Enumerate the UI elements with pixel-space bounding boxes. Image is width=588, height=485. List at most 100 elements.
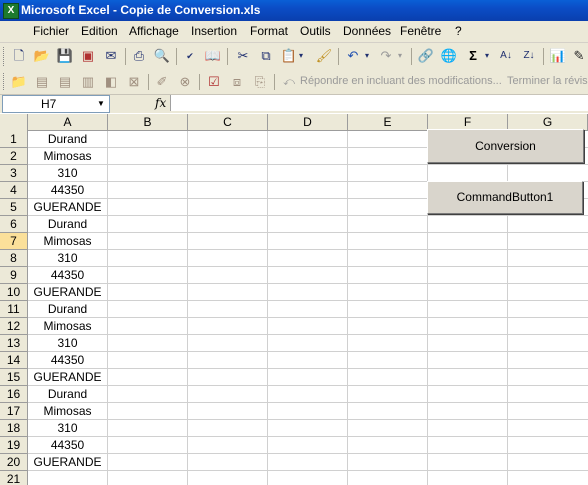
folder-icon[interactable]: 📁 xyxy=(10,73,28,91)
cell-a13[interactable]: 310 xyxy=(28,335,107,352)
row-header-13[interactable]: 13 xyxy=(0,335,28,352)
conversion-button[interactable]: Conversion xyxy=(427,129,584,163)
open-icon[interactable]: 📂 xyxy=(33,47,51,65)
cell-a16[interactable]: Durand xyxy=(28,386,107,403)
cell-a5[interactable]: GUERANDE xyxy=(28,199,107,216)
menu-format[interactable]: Format xyxy=(250,24,288,38)
research-icon[interactable]: 📖 xyxy=(204,47,222,65)
undo-icon[interactable]: ↶ xyxy=(344,47,362,65)
cell-a21[interactable] xyxy=(28,471,107,485)
column-header-c[interactable]: C xyxy=(188,114,268,131)
column-header-a[interactable]: A xyxy=(28,114,108,131)
end-review-button[interactable]: Terminer la révisi xyxy=(507,75,588,87)
row-header-3[interactable]: 3 xyxy=(0,165,28,182)
cell-a14[interactable]: 44350 xyxy=(28,352,107,369)
row-header-15[interactable]: 15 xyxy=(0,369,28,386)
format-painter-icon[interactable]: 🖌 xyxy=(315,47,333,65)
show-comment-icon[interactable]: ◧ xyxy=(102,73,120,91)
column-header-b[interactable]: B xyxy=(108,114,188,131)
formula-input[interactable] xyxy=(170,95,588,111)
copy-icon[interactable]: ⧉ xyxy=(257,47,275,65)
row-header-17[interactable]: 17 xyxy=(0,403,28,420)
save-icon[interactable]: 💾 xyxy=(56,47,74,65)
cell-a18[interactable]: 310 xyxy=(28,420,107,437)
print-preview-icon[interactable]: 🔍 xyxy=(153,47,171,65)
row-header-12[interactable]: 12 xyxy=(0,318,28,335)
toolbar-grip[interactable] xyxy=(3,47,7,66)
cell-a10[interactable]: GUERANDE xyxy=(28,284,107,301)
menu-outils[interactable]: Outils xyxy=(300,24,331,38)
command-button1[interactable]: CommandButton1 xyxy=(427,181,583,214)
previous-comment-icon[interactable]: ▤ xyxy=(56,73,74,91)
sort-descending-icon[interactable]: Z↓ xyxy=(520,47,538,65)
menu-edition[interactable]: Edition xyxy=(81,24,118,38)
fx-icon[interactable]: fx xyxy=(155,96,166,110)
menu-affichage[interactable]: Affichage xyxy=(129,24,179,38)
row-header-8[interactable]: 8 xyxy=(0,250,28,267)
menu-donnees[interactable]: Données xyxy=(343,24,391,38)
row-header-9[interactable]: 9 xyxy=(0,267,28,284)
cell-a20[interactable]: GUERANDE xyxy=(28,454,107,471)
row-header-7[interactable]: 7 xyxy=(0,233,28,250)
select-all-corner[interactable] xyxy=(0,114,28,132)
toolbar-grip[interactable] xyxy=(3,73,7,90)
ink-icon[interactable]: ✐ xyxy=(153,73,171,91)
row-header-2[interactable]: 2 xyxy=(0,148,28,165)
permission-icon[interactable]: ▣ xyxy=(79,47,97,65)
track-changes-icon[interactable]: ☑ xyxy=(205,73,223,91)
sort-ascending-icon[interactable]: A↓ xyxy=(497,47,515,65)
chevron-down-icon[interactable]: ▾ xyxy=(482,47,492,65)
cell-a15[interactable]: GUERANDE xyxy=(28,369,107,386)
row-header-21[interactable]: 21 xyxy=(0,471,28,485)
cell-a17[interactable]: Mimosas xyxy=(28,403,107,420)
cell-a6[interactable]: Durand xyxy=(28,216,107,233)
chart-wizard-icon[interactable]: 📊 xyxy=(549,47,567,65)
worksheet-grid[interactable]: A B C D E F G 1 Durand 2 Mimosas 3 310 4 44350 5… xyxy=(0,114,588,485)
protect-icon[interactable]: ⧈ xyxy=(228,73,246,91)
cut-icon[interactable]: ✂ xyxy=(234,47,252,65)
delete-comment-icon[interactable]: ⊠ xyxy=(125,73,143,91)
spelling-icon[interactable]: ✔ xyxy=(181,47,199,65)
row-header-4[interactable]: 4 xyxy=(0,182,28,199)
row-header-20[interactable]: 20 xyxy=(0,454,28,471)
share-icon[interactable]: ⎘ xyxy=(251,73,269,91)
chevron-down-icon[interactable]: ▼ xyxy=(95,97,107,111)
delete-ink-icon[interactable]: ⊗ xyxy=(176,73,194,91)
chevron-down-icon[interactable]: ▾ xyxy=(296,47,306,65)
cell-a12[interactable]: Mimosas xyxy=(28,318,107,335)
row-header-18[interactable]: 18 xyxy=(0,420,28,437)
cell-a7[interactable]: Mimosas xyxy=(28,233,107,250)
reply-icon[interactable]: ⤺ xyxy=(280,73,298,91)
cell-a19[interactable]: 44350 xyxy=(28,437,107,454)
column-header-d[interactable]: D xyxy=(268,114,348,131)
drawing-icon[interactable]: ✎ xyxy=(570,47,588,65)
menu-help[interactable]: ? xyxy=(455,24,462,38)
name-box[interactable]: H7 ▼ xyxy=(2,95,110,113)
web-icon[interactable]: 🌐 xyxy=(440,47,458,65)
print-icon[interactable]: ⎙ xyxy=(130,47,148,65)
chevron-down-icon[interactable]: ▾ xyxy=(395,47,405,65)
redo-icon[interactable]: ↷ xyxy=(377,47,395,65)
reply-with-changes-button[interactable]: Répondre en incluant des modifications..… xyxy=(300,75,502,87)
email-icon[interactable]: ✉ xyxy=(102,47,120,65)
menu-insertion[interactable]: Insertion xyxy=(191,24,237,38)
cell-a4[interactable]: 44350 xyxy=(28,182,107,199)
row-header-10[interactable]: 10 xyxy=(0,284,28,301)
next-comment-icon[interactable]: ▥ xyxy=(79,73,97,91)
cell-a1[interactable]: Durand xyxy=(28,131,107,148)
row-header-16[interactable]: 16 xyxy=(0,386,28,403)
row-header-6[interactable]: 6 xyxy=(0,216,28,233)
cell-a2[interactable]: Mimosas xyxy=(28,148,107,165)
row-header-11[interactable]: 11 xyxy=(0,301,28,318)
hyperlink-icon[interactable]: 🔗 xyxy=(417,47,435,65)
cell-a9[interactable]: 44350 xyxy=(28,267,107,284)
menu-fichier[interactable]: Fichier xyxy=(33,24,69,38)
row-header-19[interactable]: 19 xyxy=(0,437,28,454)
row-header-1[interactable]: 1 xyxy=(0,131,28,148)
chevron-down-icon[interactable]: ▾ xyxy=(362,47,372,65)
column-header-e[interactable]: E xyxy=(348,114,428,131)
cell-a8[interactable]: 310 xyxy=(28,250,107,267)
new-icon[interactable]: 🗋 xyxy=(10,47,28,65)
cell-a11[interactable]: Durand xyxy=(28,301,107,318)
cell-a3[interactable]: 310 xyxy=(28,165,107,182)
